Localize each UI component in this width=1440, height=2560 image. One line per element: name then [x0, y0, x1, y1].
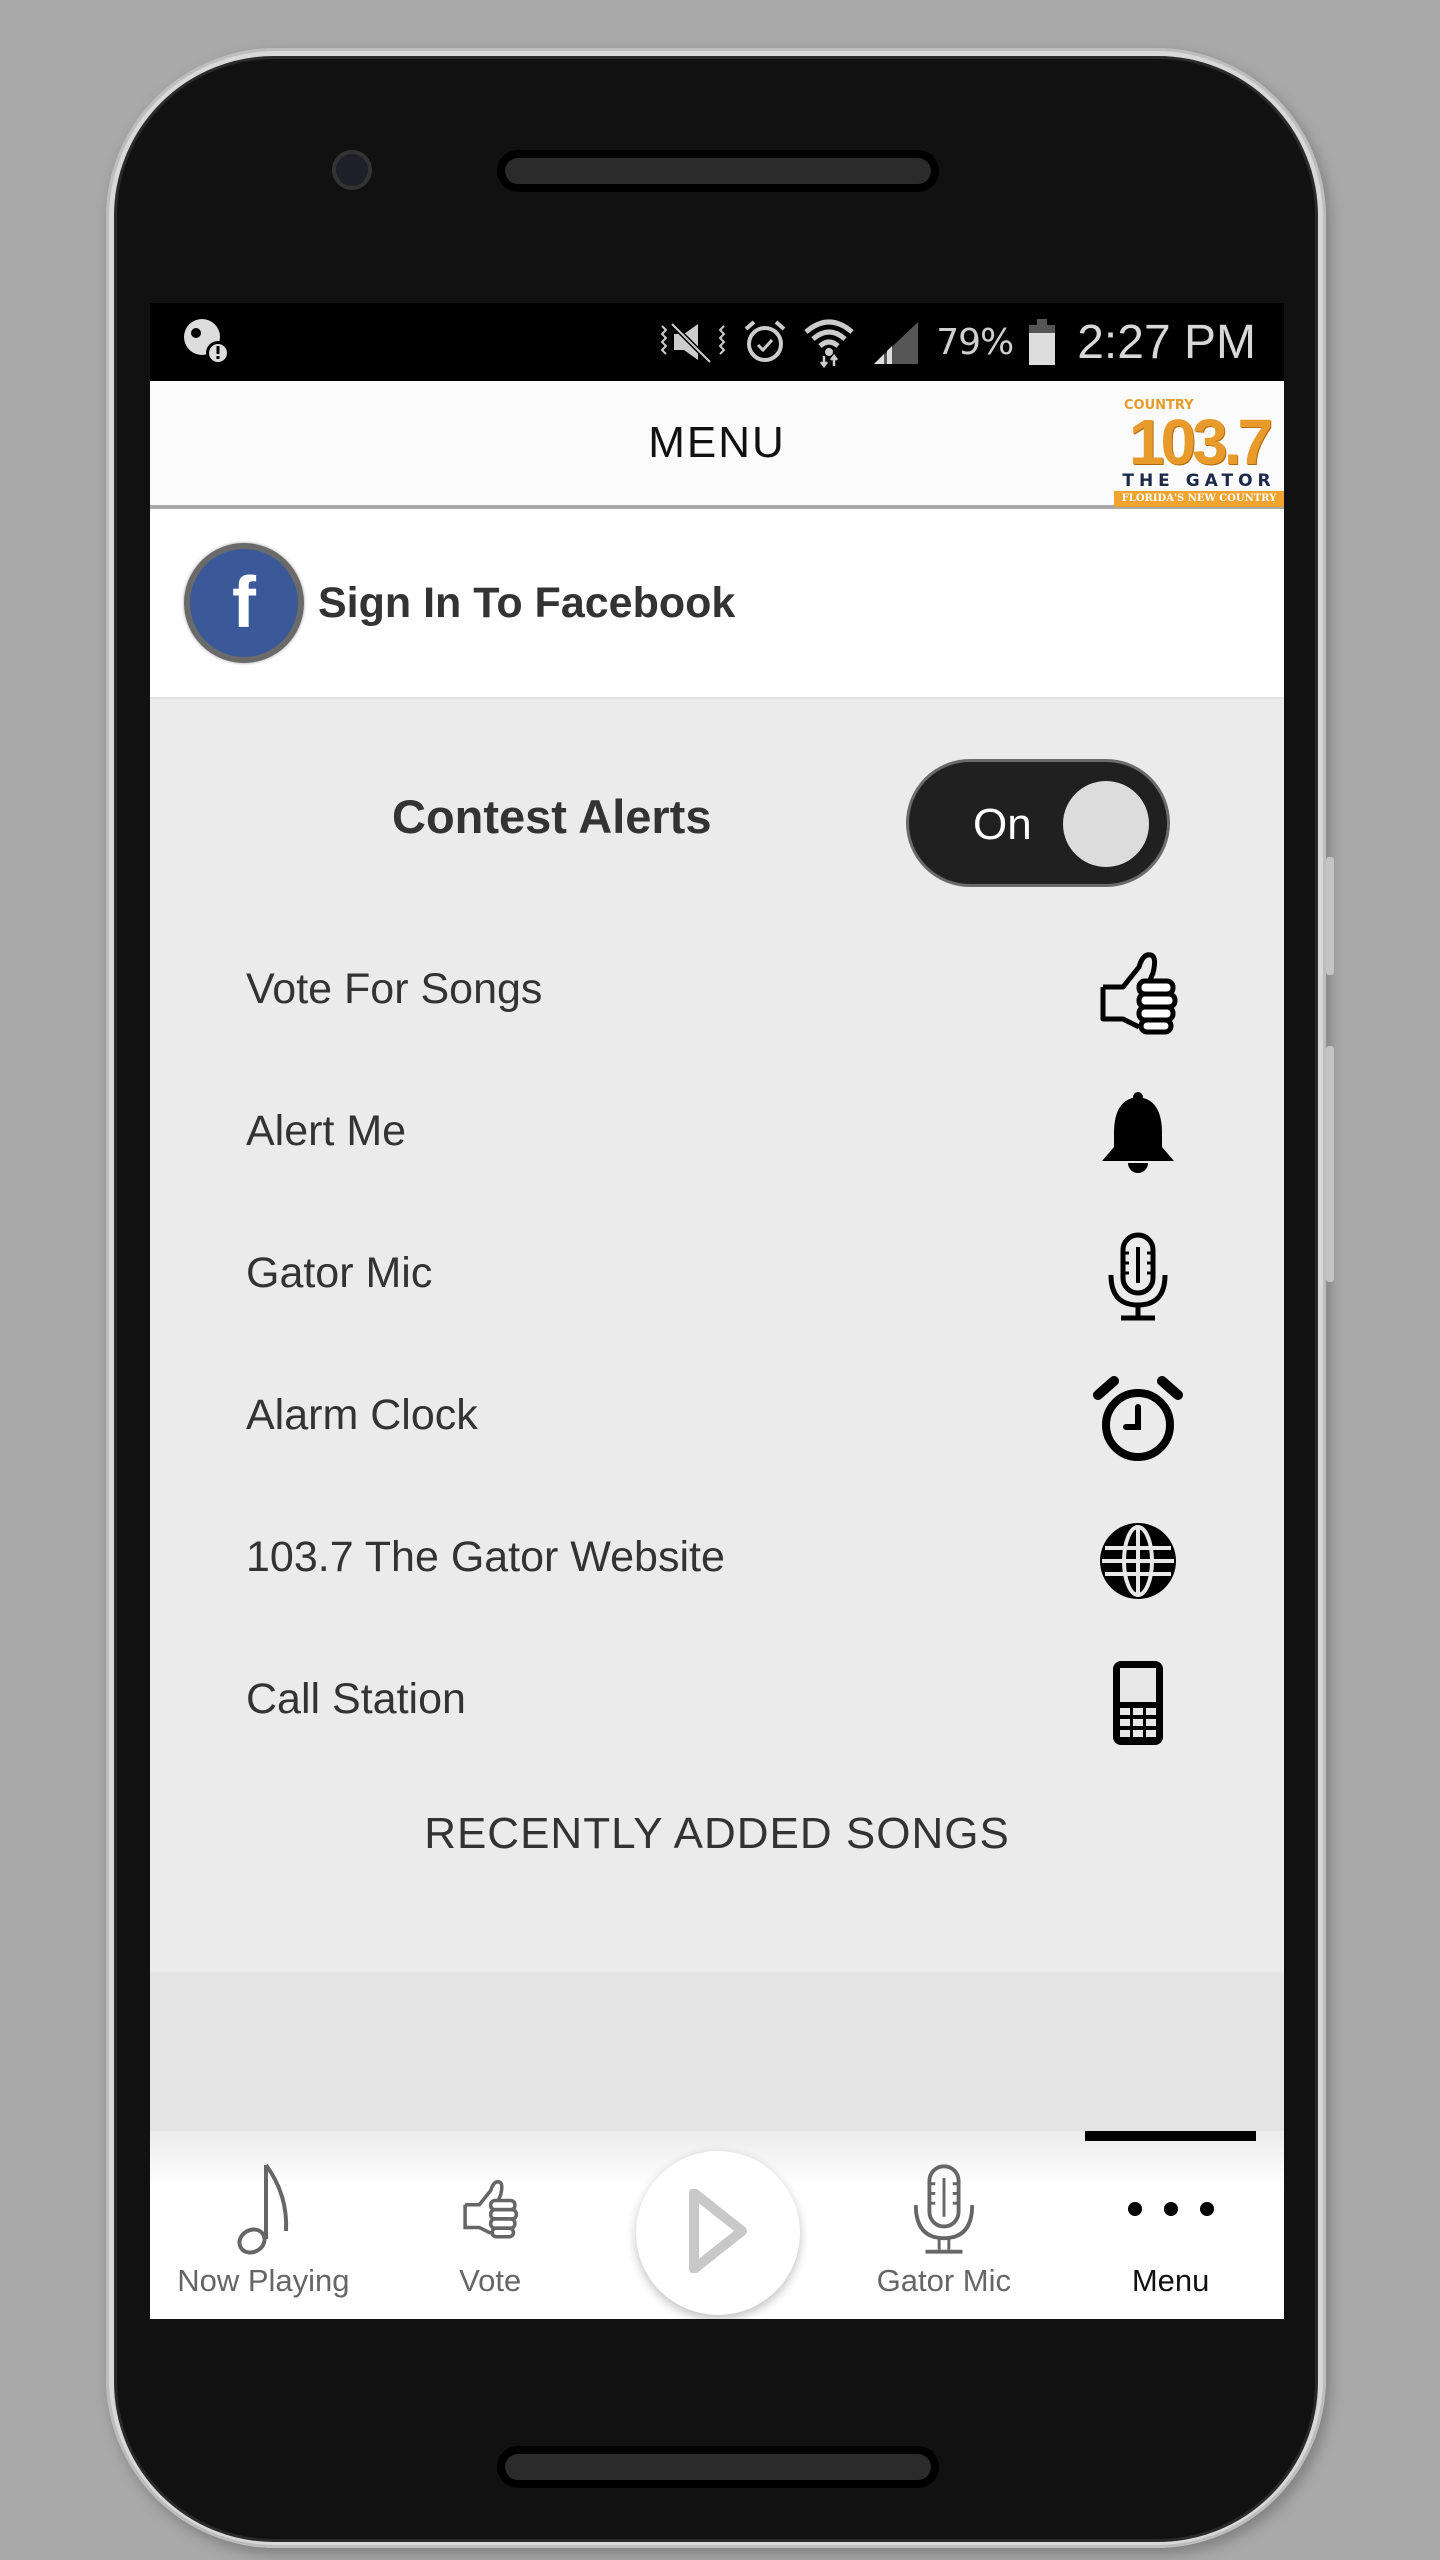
bell-icon	[1090, 1087, 1186, 1183]
thumbs-up-icon	[458, 2159, 522, 2259]
play-icon	[688, 2188, 748, 2277]
menu-item-label: Vote For Songs	[246, 965, 543, 1013]
tab-vote[interactable]: Vote	[377, 2131, 604, 2319]
facebook-icon: f	[184, 543, 304, 663]
contest-alerts-row: Contest Alerts On	[150, 699, 1284, 919]
wifi-icon	[802, 316, 856, 368]
status-bar: 79% 2:27 PM	[150, 303, 1284, 381]
battery-percent: 79%	[936, 321, 1014, 363]
tab-label: Vote	[459, 2263, 522, 2298]
logo-tagline: FLORIDA'S NEW COUNTRY	[1114, 491, 1284, 507]
data-saver-alert-icon	[180, 315, 234, 369]
volume-button	[1326, 857, 1334, 975]
page-title: MENU	[648, 418, 786, 467]
vibrate-mute-icon	[658, 316, 728, 368]
menu-item-label: Alarm Clock	[246, 1391, 478, 1439]
thumbs-up-icon	[1090, 945, 1186, 1041]
menu-item-vote-for-songs[interactable]: Vote For Songs	[150, 919, 1284, 1061]
alarm-clock-icon	[1090, 1371, 1186, 1467]
battery-icon	[1027, 316, 1057, 368]
contest-alerts-label: Contest Alerts	[392, 790, 712, 843]
logo-name: THE GATOR	[1122, 471, 1276, 491]
tab-label: Gator Mic	[876, 2263, 1011, 2298]
menu-item-label: Call Station	[246, 1675, 466, 1723]
toggle-state-label: On	[973, 800, 1032, 849]
menu-panel: Contest Alerts On Vote For Songs Alert M…	[150, 699, 1284, 1971]
play-button[interactable]	[636, 2151, 800, 2315]
microphone-icon	[910, 2159, 978, 2259]
bottom-speaker	[497, 2446, 939, 2488]
tab-gator-mic[interactable]: Gator Mic	[830, 2131, 1057, 2319]
menu-item-alert-me[interactable]: Alert Me	[150, 1061, 1284, 1203]
menu-item-call-station[interactable]: Call Station	[150, 1629, 1284, 1771]
toggle-knob	[1063, 781, 1149, 867]
logo-frequency: 103.7	[1128, 406, 1273, 478]
recently-added-songs-list	[150, 1973, 1284, 2133]
facebook-sign-in-label: Sign In To Facebook	[318, 578, 736, 627]
tab-menu[interactable]: Menu	[1057, 2131, 1284, 2319]
microphone-icon	[1090, 1229, 1186, 1325]
bottom-tab-bar: Now Playing Vote Gator Mic Menu	[150, 2131, 1284, 2319]
menu-item-label: Alert Me	[246, 1107, 407, 1155]
app-screen: 79% 2:27 PM MENU COUNTRY 103.7 THE GATOR…	[150, 303, 1284, 2319]
earpiece-speaker	[497, 150, 939, 192]
recently-added-songs-heading: RECENTLY ADDED SONGS	[424, 1809, 1010, 1858]
tab-label: Menu	[1131, 2263, 1210, 2298]
menu-item-alarm-clock[interactable]: Alarm Clock	[150, 1345, 1284, 1487]
power-button	[1326, 1046, 1334, 1282]
app-header: MENU COUNTRY 103.7 THE GATOR FLORIDA'S N…	[150, 381, 1284, 509]
contest-alerts-toggle[interactable]: On	[906, 759, 1170, 887]
music-note-icon	[228, 2159, 298, 2259]
mobile-phone-icon	[1090, 1655, 1186, 1751]
tab-now-playing[interactable]: Now Playing	[150, 2131, 377, 2319]
signal-icon	[870, 316, 922, 368]
menu-item-website[interactable]: 103.7 The Gator Website	[150, 1487, 1284, 1629]
facebook-sign-in-button[interactable]: f Sign In To Facebook	[150, 509, 1284, 699]
menu-item-label: 103.7 The Gator Website	[246, 1533, 725, 1581]
front-camera	[332, 150, 372, 190]
station-logo: COUNTRY 103.7 THE GATOR FLORIDA'S NEW CO…	[1114, 381, 1284, 507]
tab-label: Now Playing	[177, 2263, 350, 2298]
globe-icon	[1090, 1513, 1186, 1609]
menu-item-gator-mic[interactable]: Gator Mic	[150, 1203, 1284, 1345]
status-time: 2:27 PM	[1077, 315, 1256, 369]
menu-item-label: Gator Mic	[246, 1249, 433, 1297]
more-dots-icon	[1123, 2159, 1219, 2259]
alarm-icon	[742, 316, 788, 368]
